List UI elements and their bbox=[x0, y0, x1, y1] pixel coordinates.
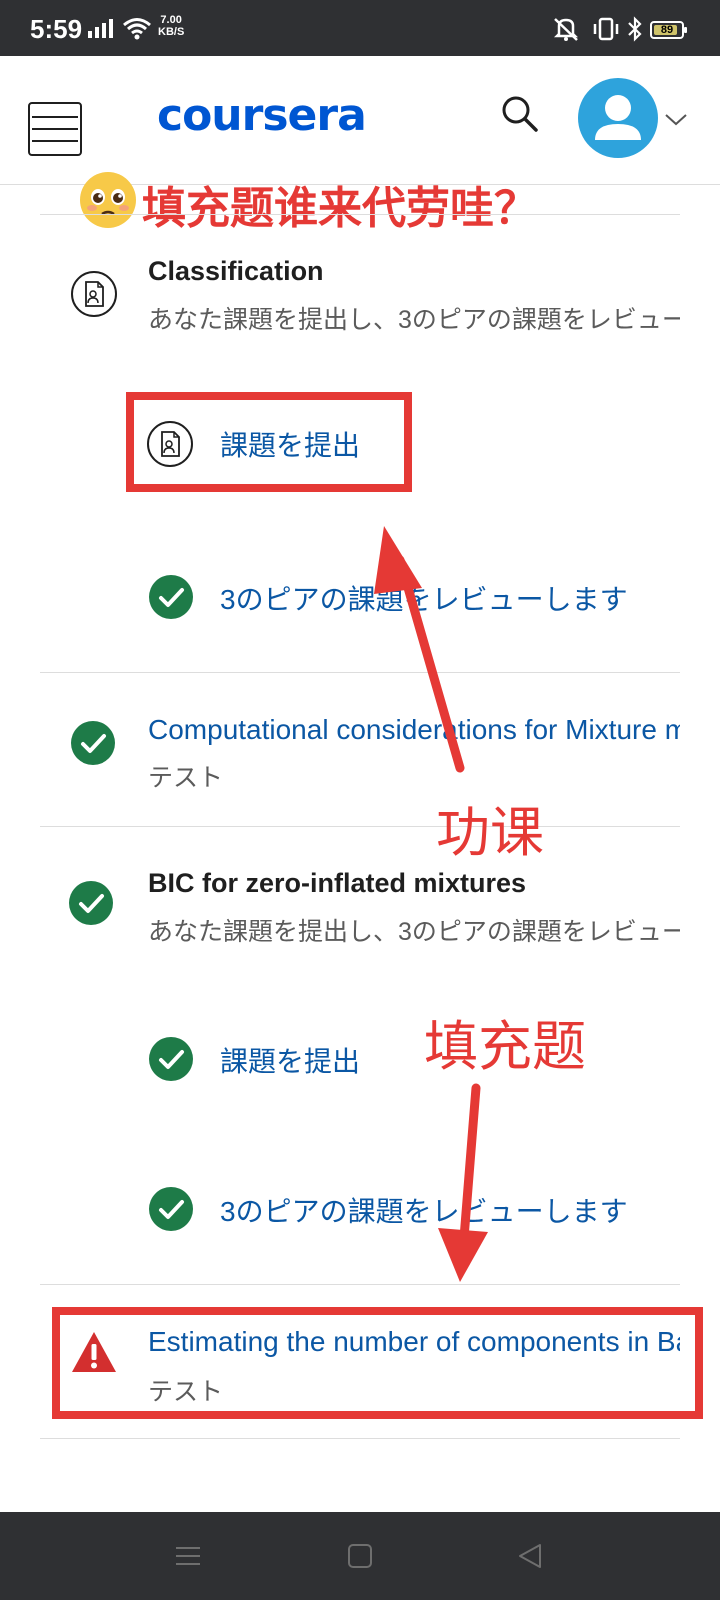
back-button[interactable] bbox=[516, 1542, 544, 1575]
page: 5:59 7.00 KB/S 89 coursera 填充题谁来代劳哇？ Cla… bbox=[0, 0, 720, 1600]
home-button[interactable] bbox=[346, 1542, 374, 1575]
home-square-icon bbox=[348, 1544, 372, 1568]
system-nav-bar bbox=[0, 1512, 720, 1600]
arrow-line bbox=[395, 555, 465, 773]
menu-lines-icon bbox=[176, 1547, 200, 1565]
back-triangle-icon bbox=[519, 1544, 541, 1568]
arrow-head bbox=[438, 1228, 488, 1282]
arrow-head bbox=[374, 526, 422, 594]
arrow-line bbox=[459, 1083, 481, 1243]
annotation-arrows bbox=[374, 526, 488, 1282]
recents-button[interactable] bbox=[174, 1542, 202, 1575]
